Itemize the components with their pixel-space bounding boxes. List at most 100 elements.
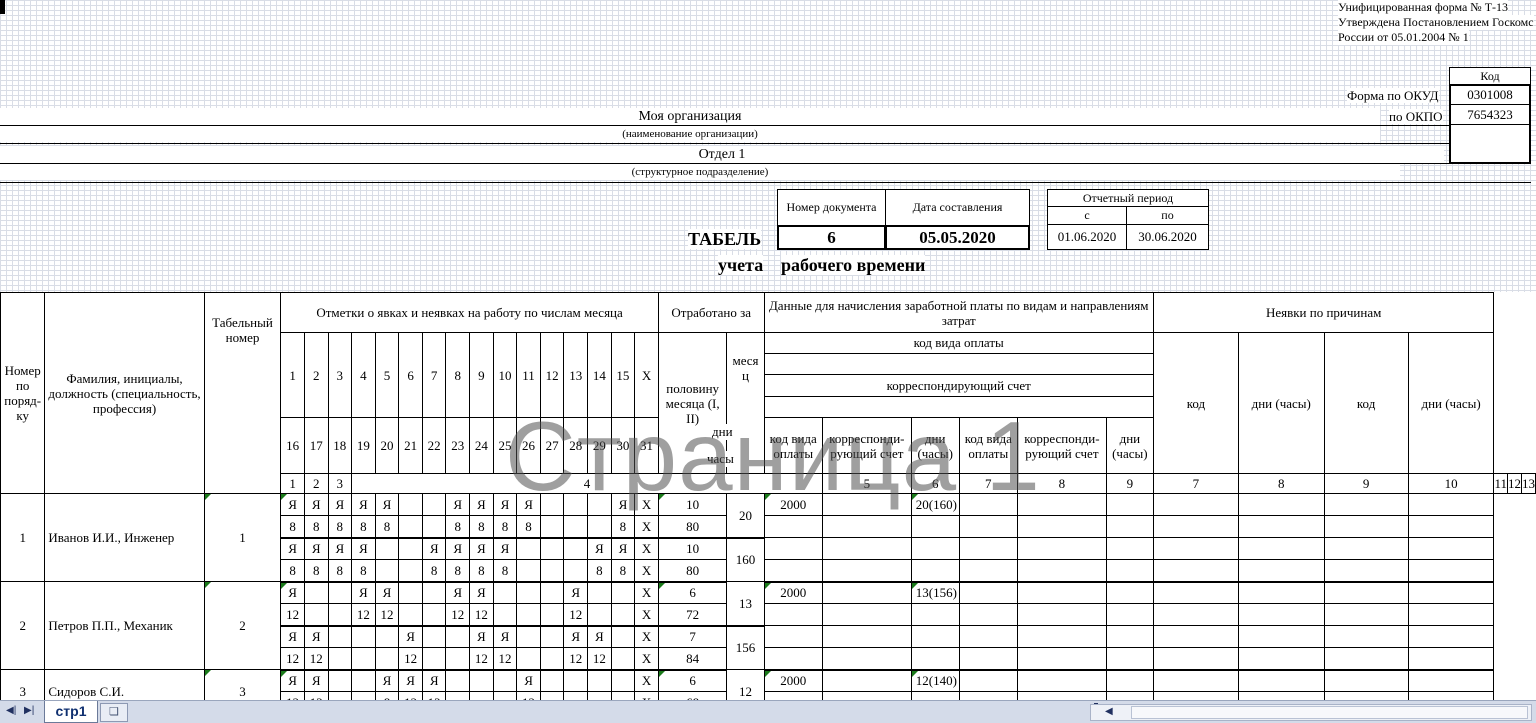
day-mark-cell[interactable] [587, 493, 612, 516]
day-mark-cell[interactable]: X [634, 581, 659, 604]
day-mark-cell[interactable]: X [634, 515, 659, 539]
employee-tab-number[interactable]: 3 [203, 669, 282, 700]
day-mark-cell[interactable] [492, 603, 518, 627]
pay-data-cell[interactable] [910, 647, 960, 671]
day-mark-cell[interactable]: X [634, 493, 659, 516]
day-mark-cell[interactable] [539, 515, 565, 539]
day-mark-cell[interactable]: Я [303, 493, 329, 516]
pay-data-cell[interactable] [821, 581, 912, 604]
pay-data-cell[interactable] [958, 537, 1018, 560]
pay-data-cell[interactable] [1105, 515, 1154, 538]
first-sheet-icon[interactable]: ◀| [6, 704, 16, 718]
half-month-cell[interactable]: 7 [657, 625, 728, 648]
employee-name[interactable]: Петров П.П., Механик [44, 581, 205, 670]
half-month-cell[interactable]: 80 [657, 559, 728, 583]
half-month-cell[interactable]: 68 [657, 691, 728, 700]
pay-data-cell[interactable] [910, 603, 960, 626]
day-mark-cell[interactable]: Я [492, 537, 518, 560]
day-mark-cell[interactable]: Я [421, 669, 447, 692]
day-mark-cell[interactable]: Я [351, 537, 376, 560]
scrollbar-thumb[interactable] [1131, 706, 1528, 719]
pay-data-cell[interactable] [910, 559, 960, 583]
pay-data-cell[interactable] [910, 691, 960, 700]
employee-tab-number[interactable]: 1 [203, 493, 282, 582]
day-mark-cell[interactable] [563, 669, 589, 692]
day-mark-cell[interactable]: 8 [610, 559, 636, 583]
code-empty-cell[interactable] [1449, 124, 1531, 164]
day-mark-cell[interactable] [327, 581, 353, 604]
pay-data-cell[interactable] [1237, 691, 1325, 700]
day-mark-cell[interactable] [327, 603, 353, 627]
pay-data-cell[interactable] [958, 625, 1018, 648]
day-mark-cell[interactable] [516, 537, 541, 560]
day-mark-cell[interactable] [421, 493, 447, 516]
pay-data-cell[interactable] [1016, 515, 1107, 538]
day-mark-cell[interactable] [539, 669, 565, 692]
pay-data-cell[interactable] [1237, 493, 1325, 516]
pay-data-cell[interactable] [1237, 625, 1325, 648]
day-mark-cell[interactable]: Я [280, 669, 305, 692]
day-mark-cell[interactable]: 8 [469, 515, 494, 539]
day-mark-cell[interactable] [516, 603, 541, 627]
month-total-cell[interactable]: 156 [726, 625, 765, 670]
pay-data-cell[interactable] [1407, 603, 1495, 626]
pay-data-cell[interactable] [1237, 647, 1325, 671]
pay-data-cell[interactable] [1152, 559, 1239, 583]
pay-data-cell[interactable] [1016, 581, 1107, 604]
pay-data-cell[interactable] [1407, 581, 1495, 604]
pay-data-cell[interactable] [958, 515, 1018, 538]
day-mark-cell[interactable]: X [634, 625, 659, 648]
day-mark-cell[interactable]: X [634, 647, 659, 671]
day-mark-cell[interactable] [539, 537, 565, 560]
day-mark-cell[interactable]: Я [351, 493, 376, 516]
pay-data-cell[interactable] [1152, 537, 1239, 560]
pay-data-cell[interactable] [1323, 493, 1409, 516]
day-mark-cell[interactable]: Я [374, 581, 400, 604]
day-mark-cell[interactable] [610, 669, 636, 692]
day-mark-cell[interactable]: 12 [398, 691, 423, 700]
pay-data-cell[interactable] [1152, 691, 1239, 700]
day-mark-cell[interactable] [398, 559, 423, 583]
day-mark-cell[interactable]: 8 [280, 559, 305, 583]
employee-num[interactable]: 2 [0, 581, 46, 670]
day-mark-cell[interactable]: Я [280, 493, 305, 516]
half-month-cell[interactable]: 10 [657, 493, 728, 516]
day-mark-cell[interactable]: Я [351, 581, 376, 604]
day-mark-cell[interactable] [587, 691, 612, 700]
employee-num[interactable]: 1 [0, 493, 46, 582]
day-mark-cell[interactable] [445, 647, 471, 671]
day-mark-cell[interactable]: 8 [374, 691, 400, 700]
day-mark-cell[interactable] [516, 647, 541, 671]
pay-data-cell[interactable] [821, 493, 912, 516]
pay-data-cell[interactable] [821, 537, 912, 560]
insert-sheet-icon[interactable]: ❏ [100, 703, 128, 722]
month-total-cell[interactable]: 20 [726, 493, 765, 539]
pay-data-cell[interactable] [1105, 669, 1154, 692]
day-mark-cell[interactable]: Я [445, 581, 471, 604]
day-mark-cell[interactable] [398, 603, 423, 627]
day-mark-cell[interactable]: 8 [351, 515, 376, 539]
day-mark-cell[interactable]: 8 [492, 559, 518, 583]
day-mark-cell[interactable] [303, 603, 329, 627]
day-mark-cell[interactable]: Я [563, 581, 589, 604]
half-month-cell[interactable]: 6 [657, 669, 728, 692]
day-mark-cell[interactable]: Я [563, 625, 589, 648]
pay-data-cell[interactable] [763, 537, 823, 560]
half-month-cell[interactable]: 6 [657, 581, 728, 604]
half-month-cell[interactable]: 10 [657, 537, 728, 560]
pay-data-cell[interactable] [1407, 691, 1495, 700]
pay-data-cell[interactable] [1323, 691, 1409, 700]
pay-data-cell[interactable] [1323, 581, 1409, 604]
period-to-cell[interactable]: 30.06.2020 [1126, 224, 1209, 250]
pay-data-cell[interactable] [910, 515, 960, 538]
month-total-cell[interactable]: 12 [726, 669, 765, 700]
pay-data-cell[interactable] [1323, 647, 1409, 671]
day-mark-cell[interactable] [374, 647, 400, 671]
pay-data-cell[interactable] [1105, 537, 1154, 560]
day-mark-cell[interactable]: Я [469, 581, 494, 604]
day-mark-cell[interactable]: Я [610, 493, 636, 516]
day-mark-cell[interactable] [421, 581, 447, 604]
day-mark-cell[interactable] [563, 559, 589, 583]
day-mark-cell[interactable] [587, 515, 612, 539]
day-mark-cell[interactable]: 8 [445, 515, 471, 539]
